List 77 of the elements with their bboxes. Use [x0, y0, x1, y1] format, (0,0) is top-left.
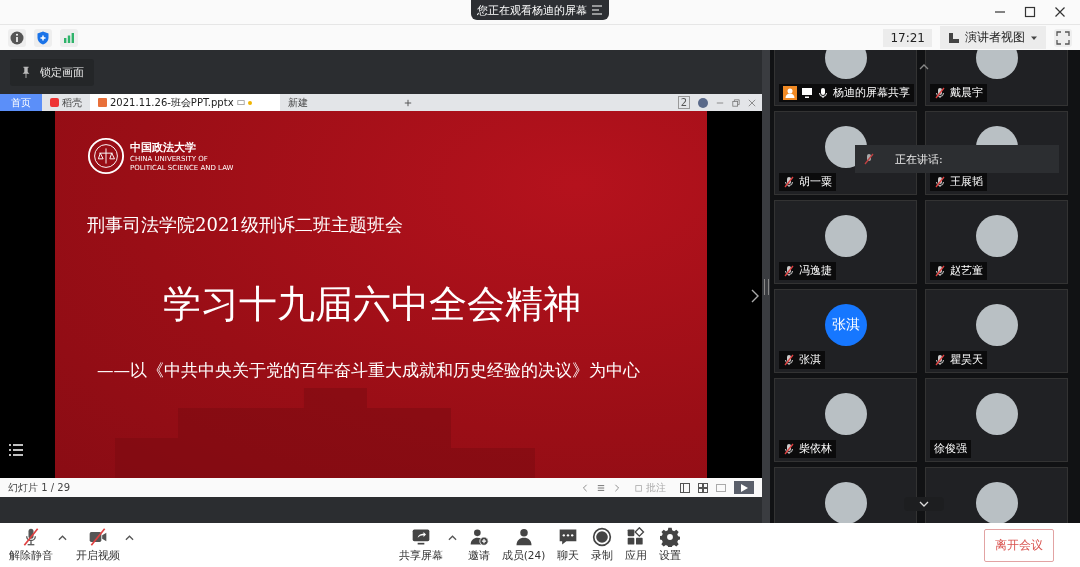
menu-icon[interactable]: [591, 4, 603, 16]
maximize-icon[interactable]: [1024, 6, 1036, 18]
host-icon: [783, 86, 797, 100]
fullscreen-icon[interactable]: [1054, 28, 1072, 47]
caret-icon[interactable]: [125, 535, 134, 541]
grid-view-icon[interactable]: [698, 482, 708, 493]
participant-name: 王展韬: [950, 175, 983, 189]
play-slideshow-button[interactable]: [734, 481, 754, 494]
unsaved-dot-icon: [247, 100, 252, 105]
slide-subtitle: ——以《中共中央关于党的百年奋斗重大成就和历史经验的决议》为中心: [97, 360, 641, 382]
video-control[interactable]: 开启视频: [73, 527, 123, 563]
chevron-up-icon: [919, 62, 929, 72]
participant-name: 戴晨宇: [950, 86, 983, 100]
reading-view-icon[interactable]: [716, 482, 726, 493]
avatar-photo-placeholder: [824, 393, 867, 435]
shield-icon[interactable]: [34, 28, 52, 47]
university-seal-icon: [87, 137, 125, 175]
mic-control[interactable]: 解除静音: [6, 527, 56, 563]
normal-view-icon[interactable]: [680, 482, 690, 493]
lock-screen-button[interactable]: 锁定画面: [10, 58, 94, 86]
list-icon[interactable]: [597, 483, 605, 492]
chat-control[interactable]: 聊天: [554, 527, 583, 563]
chevron-right-icon[interactable]: [751, 289, 759, 303]
add-tab-icon[interactable]: [404, 98, 412, 107]
avatar-photo-placeholder: [824, 482, 867, 523]
document-tab[interactable]: 2021.11.26-班会PPT.pptx: [90, 94, 280, 111]
caret-icon[interactable]: [58, 535, 67, 541]
outline-icon[interactable]: [9, 444, 23, 456]
participant-name: 张淇: [799, 353, 821, 367]
presentation-file-icon: [98, 98, 107, 107]
layout-icon: [948, 31, 960, 44]
monitor-icon: [236, 98, 245, 107]
settings-control[interactable]: 设置: [656, 527, 685, 563]
chevron-down-icon: [919, 499, 929, 509]
participant-name: 冯逸捷: [799, 264, 832, 278]
caret-icon[interactable]: [447, 535, 457, 541]
slide-counter: 幻灯片 1 / 29: [8, 480, 70, 495]
meeting-time: 17:21: [883, 28, 932, 47]
note-icon: [635, 483, 643, 492]
view-mode-dropdown[interactable]: 演讲者视图: [940, 26, 1046, 49]
share-control[interactable]: 共享屏幕: [395, 527, 446, 563]
resize-handle[interactable]: [763, 278, 769, 295]
avatar-photo-placeholder: [975, 482, 1018, 523]
participant-name: 胡一粟: [799, 175, 832, 189]
avatar-photo-placeholder: [824, 50, 867, 79]
play-icon: [740, 483, 748, 492]
participant-name: 瞿昊天: [950, 353, 983, 367]
initials-avatar: 张淇: [824, 304, 867, 346]
avatar-photo-placeholder: [824, 215, 867, 257]
slide-kicker: 刑事司法学院2021级刑诉二班主题班会: [87, 213, 404, 237]
members-control[interactable]: 成员(24): [498, 527, 549, 563]
muted-mic-icon: [863, 153, 875, 165]
participant-name: 柴依林: [799, 442, 832, 456]
invite-control[interactable]: 邀请: [464, 527, 493, 563]
record-control[interactable]: 录制: [588, 527, 617, 563]
screen-share-icon: [801, 87, 813, 99]
apps-control[interactable]: 应用: [622, 527, 651, 563]
avatar-photo-placeholder: [975, 50, 1018, 79]
info-icon[interactable]: [8, 28, 26, 47]
restore-icon[interactable]: [732, 98, 740, 107]
avatar-photo-placeholder: [975, 393, 1018, 435]
avatar-photo-placeholder: [975, 215, 1018, 257]
participant-name: 徐俊强: [934, 442, 967, 456]
avatar-photo-placeholder: [975, 304, 1018, 346]
speaking-label: 正在讲话:: [895, 151, 943, 167]
app-logo-icon: [50, 98, 59, 107]
window-count[interactable]: 2: [677, 96, 690, 109]
viewing-notice-text: 您正在观看杨迪的屏幕: [477, 2, 587, 18]
participant-name: 杨迪的屏幕共享: [833, 86, 910, 100]
account-avatar[interactable]: [698, 97, 708, 108]
close-icon[interactable]: [1054, 6, 1066, 18]
scroll-down-button[interactable]: [904, 497, 944, 511]
leave-meeting-button[interactable]: 离开会议: [984, 528, 1054, 562]
signal-icon[interactable]: [60, 28, 78, 47]
slide-title: 学习十九届六中全会精神: [163, 281, 581, 328]
university-name: 中国政法大学: [130, 140, 197, 155]
participant-name: 赵艺童: [950, 264, 983, 278]
